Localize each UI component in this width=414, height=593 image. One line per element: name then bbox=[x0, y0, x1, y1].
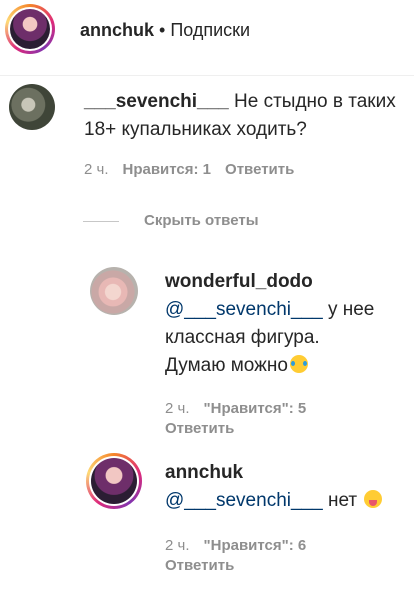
comment-time: 2 ч. bbox=[84, 161, 109, 178]
comment-meta: 2 ч. Нравится: 1 Ответить bbox=[84, 160, 294, 180]
reply-username[interactable]: annchuk bbox=[165, 459, 405, 487]
reply-username[interactable]: wonderful_dodo bbox=[165, 268, 405, 296]
post-header: annchuk • Подписки bbox=[0, 0, 414, 60]
reply-meta: 2 ч. "Нравится": 6 bbox=[165, 536, 306, 556]
reply-mention[interactable]: @___sevenchi___ bbox=[165, 299, 323, 320]
reply-line-1: @___sevenchi___ нет bbox=[165, 487, 405, 515]
reply-body-1: у нее bbox=[322, 299, 375, 320]
header-divider bbox=[0, 75, 414, 76]
reply-avatar-ring[interactable] bbox=[86, 453, 142, 509]
hide-replies-line bbox=[83, 221, 119, 222]
reply-body-3: Думаю можно bbox=[165, 355, 288, 376]
reply-time: 2 ч. bbox=[165, 400, 190, 417]
comment-username[interactable]: ___sevenchi___ bbox=[84, 91, 229, 112]
reply-time: 2 ч. bbox=[165, 537, 190, 554]
reply-body-2: классная фигура. bbox=[165, 327, 320, 348]
commenter-avatar[interactable] bbox=[9, 84, 55, 130]
reply-meta: 2 ч. "Нравится": 5 bbox=[165, 399, 306, 419]
reply-text: wonderful_dodo @___sevenchi___ у нее кла… bbox=[165, 268, 405, 380]
header-username[interactable]: annchuk bbox=[80, 20, 154, 40]
reply-likes[interactable]: "Нравится": 5 bbox=[204, 399, 307, 419]
reply-text: annchuk @___sevenchi___ нет bbox=[165, 459, 405, 515]
comment-text: ___sevenchi___ Не стыдно в таких 18+ куп… bbox=[84, 88, 404, 144]
reply-avatar[interactable] bbox=[90, 267, 138, 315]
reply-mention[interactable]: @___sevenchi___ bbox=[165, 490, 323, 511]
tongue-out-emoji-icon bbox=[364, 490, 383, 508]
reply-reply-button[interactable]: Ответить bbox=[165, 557, 234, 574]
reply-line-3: Думаю можно bbox=[165, 352, 405, 380]
hide-replies-button[interactable]: Скрыть ответы bbox=[144, 212, 259, 229]
profile-avatar-ring[interactable] bbox=[5, 4, 55, 54]
header-subtitle[interactable]: Подписки bbox=[170, 20, 250, 40]
reply-reply-button[interactable]: Ответить bbox=[165, 420, 234, 437]
reply-avatar bbox=[91, 458, 137, 504]
reply-body-1: нет bbox=[322, 490, 358, 511]
laughing-emoji-icon bbox=[289, 355, 308, 373]
comment-reply-button[interactable]: Ответить bbox=[225, 160, 294, 180]
reply-likes[interactable]: "Нравится": 6 bbox=[204, 536, 307, 556]
reply-line-1: @___sevenchi___ у нее bbox=[165, 296, 405, 324]
comments-screen: annchuk • Подписки ___sevenchi___ Не сты… bbox=[0, 0, 414, 593]
header-title: annchuk • Подписки bbox=[80, 19, 250, 41]
profile-avatar bbox=[10, 9, 50, 49]
comment-likes[interactable]: Нравится: 1 bbox=[123, 160, 212, 180]
header-separator: • bbox=[154, 20, 171, 40]
